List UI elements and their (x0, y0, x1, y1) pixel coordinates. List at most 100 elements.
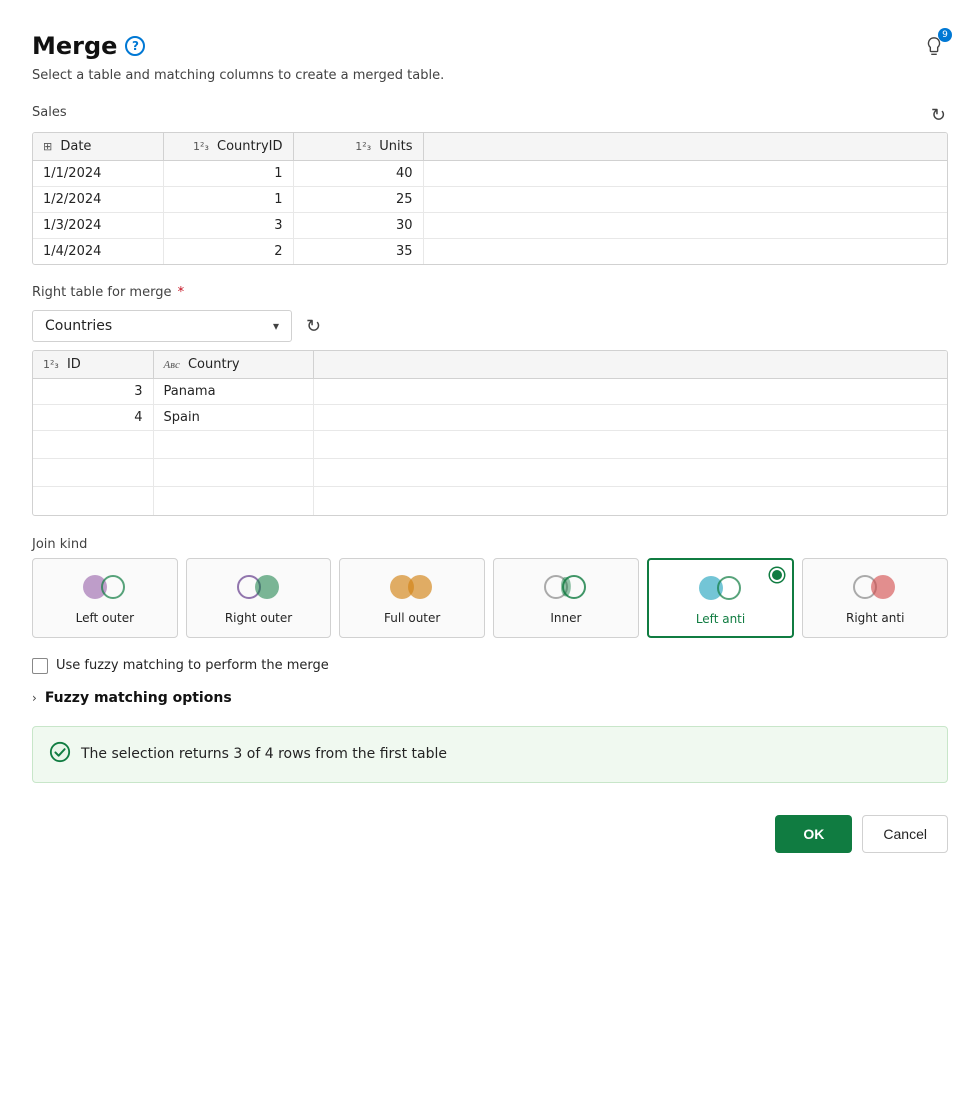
ok-button[interactable]: OK (775, 815, 852, 853)
left-outer-venn (83, 573, 127, 601)
selected-indicator (770, 568, 784, 582)
right-outer-venn (237, 573, 281, 601)
join-left-anti-label: Left anti (696, 612, 745, 626)
lightbulb-badge: 9 (938, 28, 952, 42)
numeric-icon-1: 1²₃ (193, 140, 209, 153)
cancel-button[interactable]: Cancel (862, 815, 948, 853)
right-r3-empty (313, 431, 947, 459)
right-r1-country: Panama (153, 379, 313, 405)
right-r1-empty (313, 379, 947, 405)
right-row-empty-2 (33, 459, 947, 487)
right-table-refresh-button[interactable]: ↻ (304, 314, 323, 339)
join-kind-section: Join kind (32, 536, 948, 552)
right-r4-empty (313, 459, 947, 487)
sales-col-date-label: Date (60, 139, 91, 154)
result-banner: The selection returns 3 of 4 rows from t… (32, 726, 948, 783)
chevron-right-icon: › (32, 691, 37, 705)
right-anti-venn (853, 573, 897, 601)
right-table-section-header: Right table for merge * (32, 285, 948, 306)
right-row-1: 3 Panama (33, 379, 947, 405)
right-r4-country (153, 459, 313, 487)
venn-lo-right (101, 575, 125, 599)
check-circle-icon (49, 741, 71, 768)
right-header-row: 1²₃ ID Aʙc Country (33, 351, 947, 379)
join-right-anti-label: Right anti (846, 611, 904, 625)
right-r2-empty (313, 405, 947, 431)
numeric-icon-2: 1²₃ (355, 140, 371, 153)
venn-ra-right (871, 575, 895, 599)
right-r3-id (33, 431, 153, 459)
sales-table: ⊞ Date 1²₃ CountryID 1²₃ Units 1/1/2024 … (33, 133, 947, 264)
header-top-right: 9 (920, 32, 948, 60)
sales-r2-units: 25 (293, 187, 423, 213)
sales-col-countryid-label: CountryID (217, 139, 283, 154)
fuzzy-options-section[interactable]: › Fuzzy matching options (32, 690, 948, 706)
sales-col-date[interactable]: ⊞ Date (33, 133, 163, 161)
sales-col-units-label: Units (379, 139, 412, 154)
right-table-dropdown[interactable]: Countries ▾ (32, 310, 292, 342)
inner-venn (544, 573, 588, 601)
join-full-outer[interactable]: Full outer (339, 558, 485, 638)
full-outer-venn (390, 573, 434, 601)
left-anti-venn (699, 574, 743, 602)
table-icon: ⊞ (43, 140, 52, 153)
join-inner-label: Inner (550, 611, 581, 625)
join-right-outer-label: Right outer (225, 611, 292, 625)
sales-col-countryid[interactable]: 1²₃ CountryID (163, 133, 293, 161)
sales-row-2: 1/2/2024 1 25 (33, 187, 947, 213)
sales-r2-empty (423, 187, 947, 213)
right-col-country-label: Country (188, 357, 240, 372)
sales-r1-units: 40 (293, 161, 423, 187)
sales-r2-countryid: 1 (163, 187, 293, 213)
text-icon-1: Aʙc (164, 359, 180, 371)
page-subtitle: Select a table and matching columns to c… (32, 68, 948, 83)
sales-col-units[interactable]: 1²₃ Units (293, 133, 423, 161)
right-col-id[interactable]: 1²₃ ID (33, 351, 153, 379)
sales-r4-empty (423, 239, 947, 265)
join-inner[interactable]: Inner (493, 558, 639, 638)
right-col-country[interactable]: Aʙc Country (153, 351, 313, 379)
sales-r1-empty (423, 161, 947, 187)
join-left-anti[interactable]: Left anti (647, 558, 795, 638)
sales-r4-units: 35 (293, 239, 423, 265)
right-r5-id (33, 487, 153, 515)
sales-r2-date: 1/2/2024 (33, 187, 163, 213)
sales-r4-countryid: 2 (163, 239, 293, 265)
numeric-icon-3: 1²₃ (43, 358, 59, 371)
right-row-2: 4 Spain (33, 405, 947, 431)
sales-table-body: 1/1/2024 1 40 1/2/2024 1 25 1/3/2024 3 3… (33, 161, 947, 265)
help-icon[interactable]: ? (125, 36, 145, 56)
right-table-controls: Countries ▾ ↻ (32, 310, 948, 342)
right-table-header: 1²₃ ID Aʙc Country (33, 351, 947, 379)
required-star: * (173, 285, 184, 300)
sales-section-header: Sales ↻ (32, 103, 948, 128)
right-r5-empty (313, 487, 947, 515)
sales-row-1: 1/1/2024 1 40 (33, 161, 947, 187)
venn-fo-right (408, 575, 432, 599)
right-table: 1²₃ ID Aʙc Country 3 Panama 4 Spain (33, 351, 947, 515)
right-row-empty-3 (33, 487, 947, 515)
sales-r3-date: 1/3/2024 (33, 213, 163, 239)
lightbulb-button[interactable]: 9 (920, 32, 948, 60)
right-col-id-label: ID (67, 357, 81, 372)
sales-r3-empty (423, 213, 947, 239)
sales-table-container: ⊞ Date 1²₃ CountryID 1²₃ Units 1/1/2024 … (32, 132, 948, 265)
title-group: Merge ? (32, 32, 145, 60)
right-table-dropdown-value: Countries (45, 318, 112, 334)
join-left-outer[interactable]: Left outer (32, 558, 178, 638)
join-kind-label: Join kind (32, 537, 87, 552)
join-right-outer[interactable]: Right outer (186, 558, 332, 638)
sales-refresh-button[interactable]: ↻ (929, 103, 948, 128)
venn-ro-right (255, 575, 279, 599)
sales-r1-date: 1/1/2024 (33, 161, 163, 187)
right-table-label-text: Right table for merge (32, 285, 171, 300)
right-r2-id: 4 (33, 405, 153, 431)
result-text: The selection returns 3 of 4 rows from t… (81, 746, 447, 762)
join-right-anti[interactable]: Right anti (802, 558, 948, 638)
sales-table-header: ⊞ Date 1²₃ CountryID 1²₃ Units (33, 133, 947, 161)
right-r5-country (153, 487, 313, 515)
sales-row-4: 1/4/2024 2 35 (33, 239, 947, 265)
page-title: Merge (32, 32, 117, 60)
fuzzy-checkbox[interactable] (32, 658, 48, 674)
right-table-label: Right table for merge * (32, 285, 184, 300)
